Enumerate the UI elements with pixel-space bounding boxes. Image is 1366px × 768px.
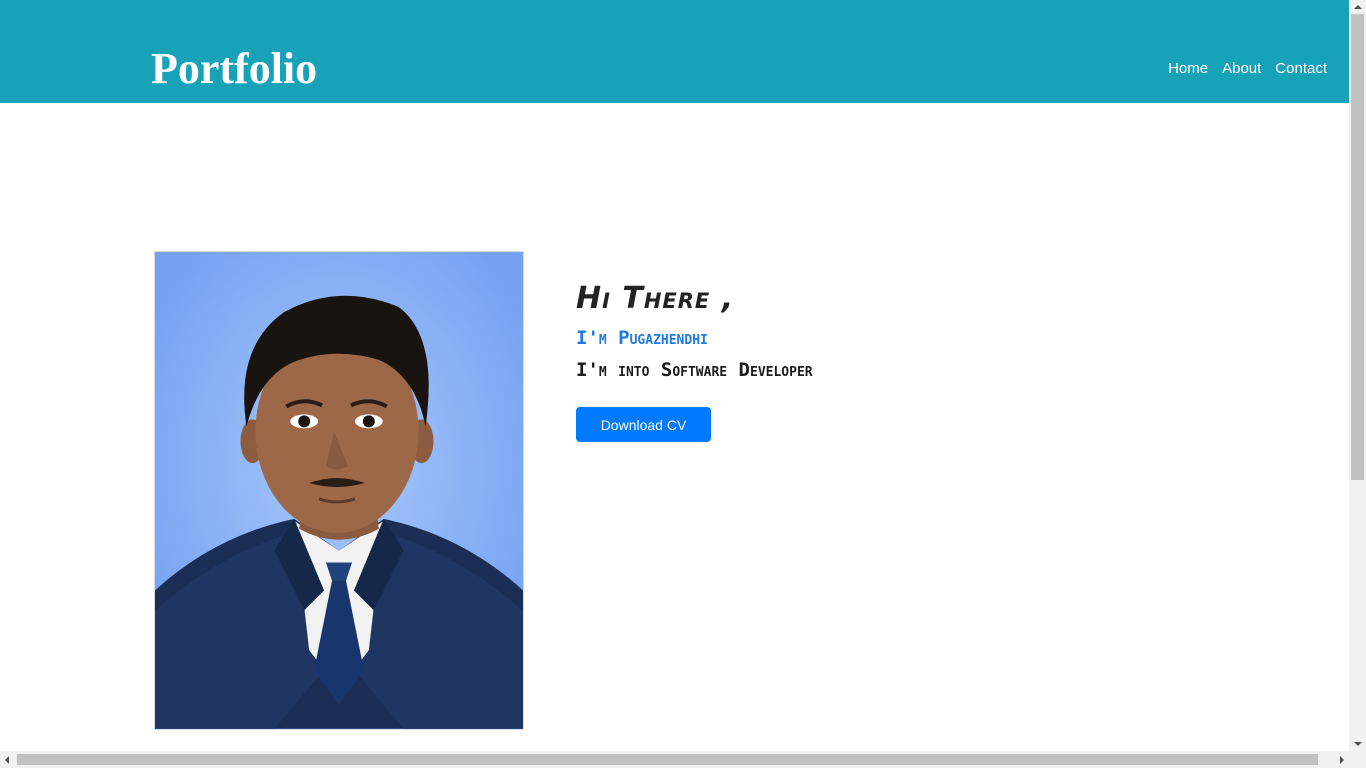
role-heading: I'm into Software Developer — [576, 359, 813, 381]
top-navbar: Portfolio Home About Contact — [0, 0, 1349, 103]
horizontal-scrollbar[interactable] — [0, 751, 1349, 768]
scroll-right-arrow-icon[interactable] — [1340, 756, 1344, 764]
scroll-left-arrow-icon[interactable] — [5, 756, 9, 764]
nav-link-contact[interactable]: Contact — [1275, 60, 1327, 78]
scroll-down-arrow-icon[interactable] — [1354, 742, 1362, 746]
name-heading: I'm Pugazhendhi — [576, 327, 708, 349]
nav-link-home[interactable]: Home — [1168, 60, 1208, 78]
brand-title: Portfolio — [151, 44, 318, 93]
vertical-scrollbar[interactable] — [1349, 0, 1366, 751]
person-portrait-icon — [155, 252, 523, 729]
scroll-up-arrow-icon[interactable] — [1354, 5, 1362, 9]
nav-link-about[interactable]: About — [1222, 60, 1261, 78]
profile-photo — [154, 251, 524, 730]
hero-text: Hi There , I'm Pugazhendhi I'm into Soft… — [576, 280, 813, 382]
vertical-scroll-thumb[interactable] — [1351, 14, 1364, 480]
greeting-heading: Hi There , — [576, 281, 735, 316]
scrollbar-corner — [1349, 751, 1366, 768]
download-cv-button[interactable]: Download CV — [576, 407, 711, 442]
nav-links: Home About Contact — [1168, 60, 1327, 78]
horizontal-scroll-thumb[interactable] — [17, 754, 1318, 765]
